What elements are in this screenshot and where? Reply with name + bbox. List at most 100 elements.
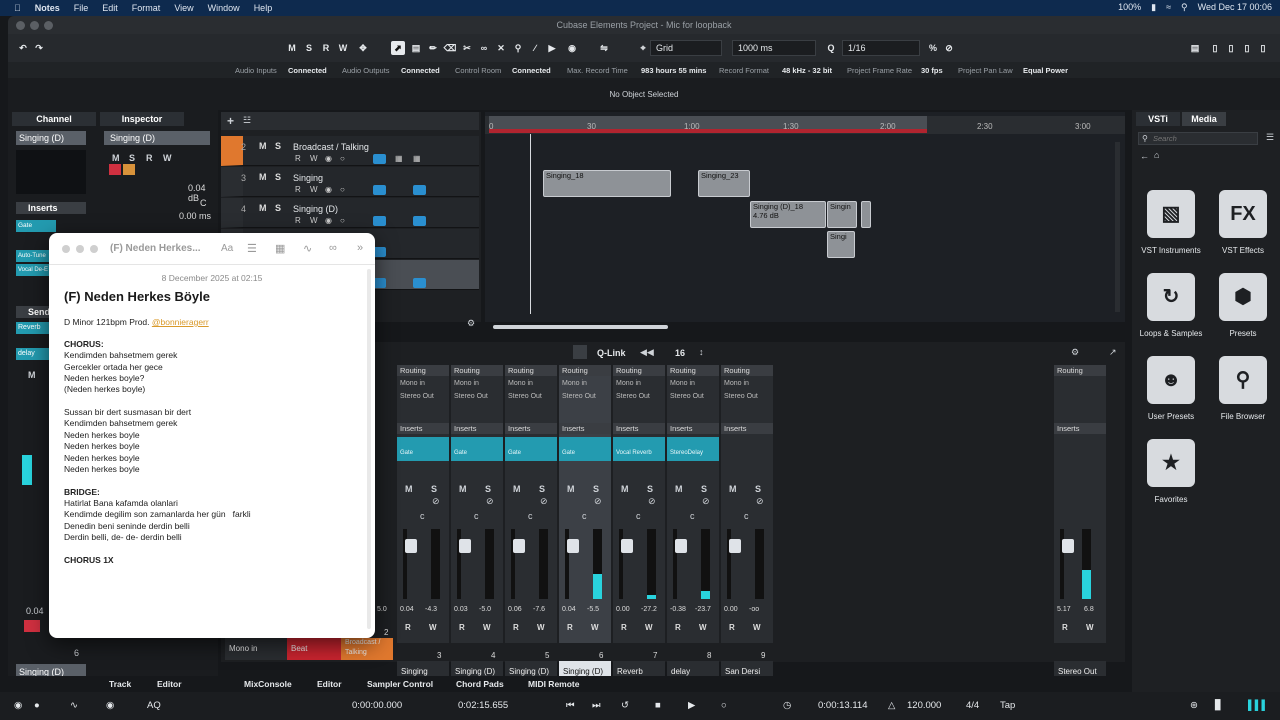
quantize-preset-icon[interactable]: % [926,41,940,55]
snap-type-select[interactable]: Grid [650,40,722,56]
pan-knob[interactable]: c [690,511,695,521]
battery-percent[interactable]: 100% [1118,2,1141,13]
insert-plugin-slot[interactable]: Gate [397,437,449,461]
channel-fader-value[interactable]: 0.04 [26,606,44,616]
tap-tempo-button[interactable]: Tap [1000,700,1015,711]
tab-editor[interactable]: Editor [317,679,342,689]
zoom-window-button[interactable] [44,21,53,30]
input-level-icon[interactable]: ▊ [1215,700,1222,711]
table-icon[interactable]: ▦ [275,242,285,255]
routing-header[interactable]: Routing [667,365,719,376]
inserts-header[interactable]: Inserts [667,423,719,434]
favorites-label[interactable]: Favorites [1131,495,1211,504]
volume-value[interactable]: 0.06 [508,606,522,613]
mute-button[interactable]: M [405,484,413,494]
file-browser-tile-icon[interactable]: ⚲ [1219,356,1267,404]
menu-window[interactable]: Window [208,3,240,13]
cycle-icon[interactable]: ↺ [621,700,629,711]
mute-button[interactable]: M [459,484,467,494]
inspector-mute-button[interactable]: M [112,153,120,163]
edit-channel-icon[interactable]: ⊘ [702,496,710,507]
routing-header[interactable]: Routing [559,365,611,376]
workspace-icon[interactable]: ▤ [1188,41,1202,55]
inserts-section-header[interactable]: Inserts [16,202,86,214]
mute-button[interactable]: M [729,484,737,494]
track-edit-icon[interactable] [373,216,386,226]
right-locator-time[interactable]: 0:02:15.655 [458,700,508,711]
volume-value[interactable]: 0.04 [400,606,414,613]
zoom-tool-icon[interactable]: ⚲ [511,41,525,55]
write-button[interactable]: W [591,623,599,632]
write-button[interactable]: W [645,623,653,632]
note-line[interactable]: Gercekler ortada her gece [64,362,163,372]
insert-slot-gate[interactable]: Gate [16,220,56,232]
aq-button[interactable]: AQ [147,700,161,711]
tab-chord-pads[interactable]: Chord Pads [456,679,504,689]
draw-tool-icon[interactable]: ✏ [426,41,440,55]
channel-fader[interactable] [22,455,32,485]
mute-button[interactable]: M [675,484,683,494]
menu-app-name[interactable]: Notes [35,3,60,13]
write-button[interactable]: W [753,623,761,632]
track-row[interactable]: 2 M S Broadcast / Talking R W ◉ ○ ▦ ▦ [221,136,479,166]
channel-fader[interactable] [511,529,525,599]
solo-button[interactable]: S [539,484,545,494]
master-write-button[interactable]: W [1086,623,1094,632]
solo-button[interactable]: S [485,484,491,494]
note-line[interactable]: Neden herkes boyle [64,441,140,451]
qlink-button[interactable]: Q-Link [597,348,626,358]
menu-clock[interactable]: Wed Dec 17 00:06 [1198,2,1272,13]
note-line[interactable]: Kendimden bahsetmem gerek [64,350,177,360]
expand-icon[interactable]: ↕ [699,347,704,357]
list-view-icon[interactable]: ☰ [1266,132,1274,143]
apple-icon[interactable]:  [14,3,21,13]
quantize-apply-icon[interactable]: ⊘ [942,41,956,55]
zone-bottom-icon[interactable]: ▯ [1224,41,1238,55]
add-track-icon[interactable]: + [227,114,234,128]
battery-icon[interactable]: ▮ [1151,2,1156,13]
track-name[interactable]: Broadcast / Talking [293,142,369,152]
visible-channels-count[interactable]: 16 [675,348,685,358]
zone-left-icon[interactable]: ▯ [1208,41,1222,55]
track-monitor-icon[interactable]: ○ [340,216,349,225]
audio-event[interactable] [861,201,871,228]
timeline-ruler[interactable]: 0 30 1:00 1:30 2:00 2:30 3:00 [485,116,1125,134]
inserts-header[interactable]: Inserts [397,423,449,434]
track-mute-button[interactable]: M [259,203,267,213]
track-lane-icon[interactable]: ▦ [395,154,404,163]
channel-fader[interactable] [457,529,471,599]
insert-plugin-slot[interactable]: Gate [451,437,503,461]
menu-help[interactable]: Help [254,3,273,13]
vst-instruments-tile-icon[interactable]: ▧ [1147,190,1195,238]
pan-knob[interactable]: c [636,511,641,521]
vst-effects-tile-icon[interactable]: FX [1219,190,1267,238]
warp-icon[interactable]: ⇋ [597,41,611,55]
mention-link[interactable]: @bonnieragerr [152,317,209,327]
track-folder-icon[interactable]: ☳ [243,115,251,126]
loops-samples-label[interactable]: Loops & Samples [1131,329,1211,338]
master-fader[interactable] [1060,529,1074,599]
read-button[interactable]: R [567,623,573,632]
channel-volume-value[interactable]: 5.0 [377,606,387,613]
marker-icon[interactable]: ⊛ [1190,700,1198,711]
track-name[interactable]: Singing [293,173,323,183]
edit-channel-icon[interactable]: ⊘ [594,496,602,507]
solo-button[interactable]: S [593,484,599,494]
input-routing[interactable]: Mono in [724,380,749,387]
track-row[interactable]: 4 M S Singing (D) R W ◉ ○ [221,198,479,228]
output-routing[interactable]: Stereo Out [724,393,758,400]
note-line[interactable]: CHORUS 1X [64,555,114,565]
input-routing[interactable]: Mono in [400,380,425,387]
pan-knob[interactable]: c [582,511,587,521]
punch-icon[interactable]: ◉ [106,700,114,711]
routing-header[interactable]: Routing [397,365,449,376]
inserts-header[interactable]: Inserts [613,423,665,434]
presets-tile-icon[interactable]: ⬢ [1219,273,1267,321]
track-edit-icon[interactable] [373,154,386,164]
peak-value[interactable]: -oo [749,606,759,613]
tempo-value[interactable]: 120.000 [907,700,941,711]
pan-knob[interactable]: c [420,511,425,521]
track-write-button[interactable]: W [310,185,319,194]
peak-value[interactable]: -23.7 [695,606,711,613]
inspector-write-button[interactable]: W [163,153,172,163]
